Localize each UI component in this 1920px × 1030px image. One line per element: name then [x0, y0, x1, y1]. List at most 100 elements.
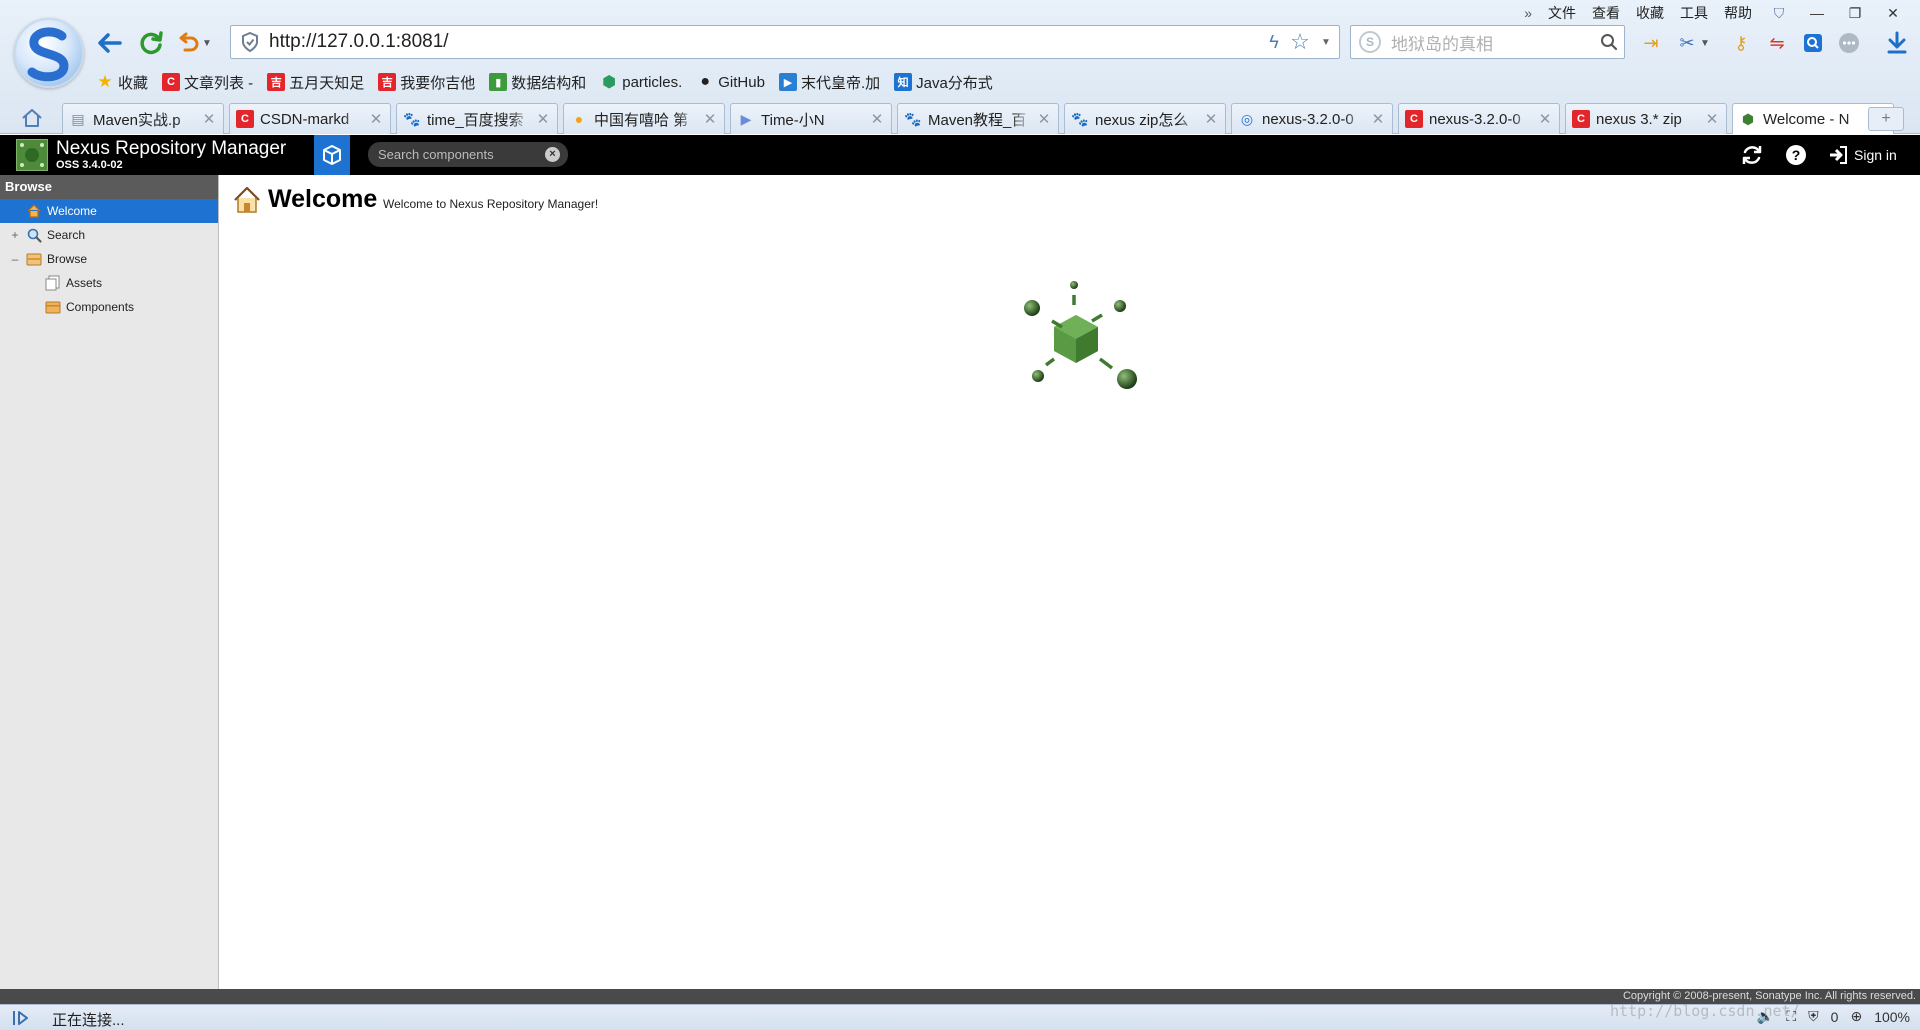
tab-title: nexus-3.2.0-0: [1262, 110, 1354, 128]
close-tab-icon[interactable]: ✕: [1370, 110, 1386, 128]
hex-icon: ⬢: [602, 74, 617, 91]
back-arrow-icon[interactable]: [94, 28, 124, 58]
play-icon: ▶: [778, 73, 797, 91]
expand-toggle[interactable]: +: [10, 228, 20, 242]
search-engine-icon[interactable]: S: [1359, 31, 1381, 53]
bookmark-item[interactable]: ★ 收藏: [96, 72, 148, 93]
browser-tab[interactable]: Cnexus-3.2.0-0 ✕: [1398, 103, 1560, 134]
home-icon[interactable]: [18, 105, 46, 131]
nexus-logo-icon[interactable]: [16, 139, 48, 171]
tab-title: Maven教程_百: [928, 111, 1027, 129]
new-tab-button[interactable]: +: [1868, 107, 1904, 131]
main-content: Welcome Welcome to Nexus Repository Mana…: [220, 175, 1920, 989]
csdn-icon: C: [1572, 110, 1590, 128]
sidebar-toggle-icon[interactable]: [12, 1009, 32, 1030]
sidebar-item-search[interactable]: + Search: [0, 223, 218, 247]
close-tab-icon[interactable]: ✕: [368, 110, 384, 128]
zoom-icon[interactable]: ⊕: [1850, 1008, 1862, 1025]
browser-tab[interactable]: ◎ nexus-3.2.0-0 ✕: [1231, 103, 1393, 134]
bookmark-label: 文章列表 -: [184, 74, 254, 92]
bookmark-item[interactable]: ⬢ particles.: [600, 73, 682, 92]
browser-search-box[interactable]: S 地狱岛的真相: [1350, 25, 1625, 59]
login-portal-icon[interactable]: ⇥: [1636, 28, 1666, 58]
close-tab-icon[interactable]: ✕: [702, 110, 718, 128]
browser-tab[interactable]: ▤ Maven实战.p ✕: [62, 103, 224, 134]
close-tab-icon[interactable]: ✕: [869, 110, 885, 128]
close-tab-icon[interactable]: ✕: [1537, 110, 1553, 128]
help-icon[interactable]: ?: [1782, 141, 1810, 169]
lightning-accelerate-icon[interactable]: ϟ: [1261, 27, 1287, 57]
browser-tab[interactable]: ▶ Time-小N ✕: [730, 103, 892, 134]
menu-favorites[interactable]: 收藏: [1628, 3, 1672, 23]
browser-tab[interactable]: ● 中国有嘻哈 第 ✕: [563, 103, 725, 134]
tab-title: Welcome - N: [1763, 110, 1850, 128]
browser-tab[interactable]: C CSDN-markd ✕: [229, 103, 391, 134]
address-url[interactable]: http://127.0.0.1:8081/: [269, 31, 1261, 53]
sidebar-item-welcome[interactable]: Welcome: [0, 199, 218, 223]
close-tab-icon[interactable]: ✕: [535, 110, 551, 128]
skin-shirt-icon[interactable]: ⛉: [1760, 5, 1798, 22]
undo-dropdown-chevron-icon[interactable]: ▼: [200, 28, 214, 58]
menu-bar: » 文件 查看 收藏 工具 帮助 ⛉ — ❐ ✕: [1516, 2, 1912, 24]
more-options-icon[interactable]: [1834, 28, 1864, 58]
refresh-icon[interactable]: [1738, 141, 1766, 169]
tab-title: CSDN-markd: [260, 110, 350, 128]
menu-overflow-chevron-icon[interactable]: »: [1516, 5, 1540, 21]
close-tab-icon[interactable]: ✕: [1704, 110, 1720, 128]
close-tab-icon[interactable]: ✕: [1203, 110, 1219, 128]
browser-tab[interactable]: Cnexus 3.* zip ✕: [1565, 103, 1727, 134]
browse-mode-cube-icon[interactable]: [314, 135, 350, 175]
scissors-dropdown-chevron-icon[interactable]: ▼: [1698, 28, 1712, 58]
menu-file[interactable]: 文件: [1540, 3, 1584, 23]
tab-title: nexus 3.* zip: [1596, 110, 1682, 128]
menu-help[interactable]: 帮助: [1716, 3, 1760, 23]
bookmark-star-icon[interactable]: ☆: [1287, 27, 1313, 57]
bookmark-label: 收藏: [118, 74, 149, 92]
sign-in-button[interactable]: Sign in: [1828, 141, 1897, 169]
sidebar-item-browse[interactable]: – Browse: [0, 247, 218, 271]
csdn-icon: C: [1405, 110, 1423, 128]
bookmark-item[interactable]: C 文章列表 -: [162, 72, 253, 93]
restore-window-icon[interactable]: ❐: [1836, 5, 1874, 22]
menu-tools[interactable]: 工具: [1672, 3, 1716, 23]
magnifier-tool-icon[interactable]: [1798, 28, 1828, 58]
address-dropdown-chevron-icon[interactable]: ▼: [1313, 27, 1339, 57]
close-window-icon[interactable]: ✕: [1874, 5, 1912, 22]
sidebar-item-assets[interactable]: Assets: [0, 271, 218, 295]
bookmark-item[interactable]: ▮ 数据结构和: [489, 72, 586, 93]
menu-view[interactable]: 查看: [1584, 3, 1628, 23]
key-password-icon[interactable]: ⚷: [1726, 28, 1756, 58]
browser-tab[interactable]: 🐾 nexus zip怎么 ✕: [1064, 103, 1226, 134]
github-icon: ●: [700, 73, 711, 90]
close-tab-icon[interactable]: ✕: [1036, 110, 1052, 128]
browser-tab[interactable]: 🐾 Maven教程_百 ✕: [897, 103, 1059, 134]
search-icon: [26, 227, 42, 243]
browser-tab[interactable]: 🐾 time_百度搜索 ✕: [396, 103, 558, 134]
search-magnifier-icon[interactable]: [1594, 27, 1624, 57]
bookmark-item[interactable]: ▶ 末代皇帝.加: [778, 72, 880, 93]
component-search-box[interactable]: ×: [368, 142, 568, 167]
minimize-window-icon[interactable]: —: [1798, 5, 1836, 21]
video-icon: ▶: [740, 110, 752, 127]
collapse-toggle[interactable]: –: [10, 252, 20, 266]
sidebar-item-components[interactable]: Components: [0, 295, 218, 319]
component-search-input[interactable]: [378, 147, 538, 162]
bookmark-item[interactable]: 吉五月天知足: [267, 72, 364, 93]
close-tab-icon[interactable]: ✕: [201, 110, 217, 128]
refresh-icon[interactable]: [136, 28, 166, 58]
translate-icon[interactable]: ⇋: [1762, 28, 1792, 58]
download-arrow-icon[interactable]: [1882, 28, 1912, 58]
zoom-level[interactable]: 100%: [1874, 1009, 1910, 1025]
clear-search-icon[interactable]: ×: [545, 147, 560, 162]
bookmark-item[interactable]: 知 Java分布式: [894, 72, 993, 93]
security-shield-icon[interactable]: [235, 27, 265, 57]
bookmark-item[interactable]: ● GitHub: [696, 73, 765, 91]
browser-search-placeholder[interactable]: 地狱岛的真相: [1391, 30, 1594, 55]
adblock-count: 0: [1830, 1008, 1839, 1025]
sogou-browser-logo-icon[interactable]: [14, 18, 84, 88]
star-icon: ★: [97, 72, 113, 91]
adblock-shield-icon[interactable]: ⛨: [1808, 1008, 1819, 1025]
address-bar[interactable]: http://127.0.0.1:8081/ ϟ ☆ ▼: [230, 25, 1340, 59]
book-icon: ▮: [489, 73, 508, 91]
bookmark-item[interactable]: 吉我要你吉他: [378, 72, 475, 93]
